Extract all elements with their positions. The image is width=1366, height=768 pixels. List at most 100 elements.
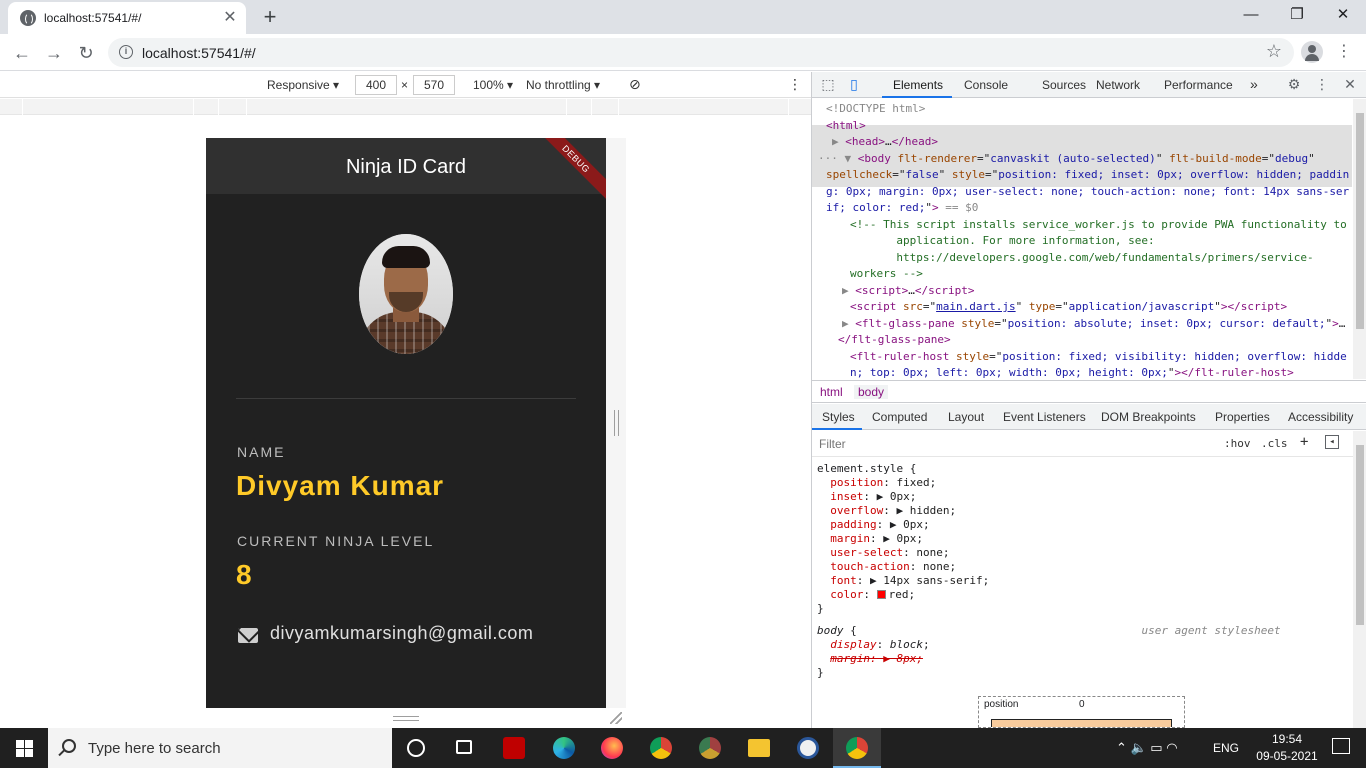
resize-handle-corner[interactable] [610,712,622,724]
tab-layout[interactable]: Layout [948,410,984,424]
dom-node-line[interactable]: if; color: red;"> == $0 [826,200,978,217]
add-rule-icon[interactable]: + [1300,434,1308,450]
styles-filter-input[interactable] [814,434,1214,454]
class-toggle[interactable]: .cls [1261,437,1288,450]
tab-elements[interactable]: Elements [893,78,943,92]
dom-node-line[interactable]: <!-- This script installs service_worker… [850,217,1347,234]
taskbar-search-box[interactable]: Type here to search [48,728,392,768]
tab-close-icon[interactable]: ✕ [220,8,240,28]
resize-handle-right[interactable] [614,410,619,436]
tab-computed[interactable]: Computed [872,410,927,424]
style-rule-line[interactable]: touch-action: none; [817,560,956,574]
dom-node-line[interactable]: g: 0px; margin: 0px; user-select: none; … [826,184,1349,201]
style-rule-line[interactable]: user-select: none; [817,546,949,560]
site-info-icon[interactable]: i [119,45,133,59]
browser-menu-icon[interactable]: ⋮ [1336,41,1352,63]
style-rule-line[interactable]: position: fixed; [817,476,936,490]
bookmark-star-icon[interactable]: ☆ [1266,41,1282,62]
filezilla-icon[interactable] [490,728,538,768]
tab-network[interactable]: Network [1096,78,1140,92]
style-rule-line[interactable]: inset: ▶ 0px; [817,490,916,504]
restore-button[interactable]: ❐ [1274,0,1320,30]
tab-accessibility[interactable]: Accessibility [1288,410,1353,424]
tab-event-listeners[interactable]: Event Listeners [1003,410,1086,424]
breadcrumb-body[interactable]: body [854,385,889,399]
breadcrumb-html[interactable]: html [820,385,843,399]
style-rule-line[interactable]: } [817,602,824,616]
style-rule-line[interactable]: } [817,666,824,680]
expand-triangle-icon[interactable]: ▶ [842,284,855,297]
device-mode-select[interactable]: Responsive ▾ [267,78,339,92]
resize-handle-bottom[interactable] [393,716,419,721]
clock-time[interactable]: 19:54 [1257,732,1317,746]
throttling-select[interactable]: No throttling ▾ [526,78,600,92]
devtools-menu-icon[interactable]: ⋮ [1314,76,1330,92]
word-icon[interactable] [784,728,832,768]
dom-node-line[interactable]: ▶ <flt-glass-pane style="position: absol… [842,316,1345,333]
dom-tree[interactable]: <!DOCTYPE html> <html> ▶ <head>…</head> ···… [812,99,1352,379]
dom-node-line[interactable]: spellcheck="false" style="position: fixe… [826,167,1349,184]
more-options-icon[interactable]: ⋮ [788,76,802,93]
hover-state-toggle[interactable]: :hov [1224,437,1251,450]
tab-console[interactable]: Console [964,78,1008,92]
dom-node-line[interactable]: <!DOCTYPE html> [826,101,925,118]
tab-sources[interactable]: Sources [1042,78,1086,92]
style-rule-line[interactable]: display: block; [817,638,929,652]
zoom-select[interactable]: 100% ▾ [473,78,513,92]
style-rule-line[interactable]: margin: ▶ 8px; [817,652,923,666]
dom-scrollbar[interactable] [1353,99,1366,379]
style-rule-line[interactable]: padding: ▶ 0px; [817,518,929,532]
gear-icon[interactable]: ⚙ [1286,76,1302,92]
styles-pane[interactable]: element.style { position: fixed; inset: … [812,458,1352,728]
file-explorer-icon[interactable] [735,728,783,768]
dom-node-line[interactable]: ▶ <script>…</script> [842,283,974,300]
chrome-active-icon[interactable] [833,728,881,768]
dom-node-line[interactable]: <flt-ruler-host style="position: fixed; … [850,349,1347,366]
reload-icon[interactable]: ↻ [72,39,100,67]
dom-node-line[interactable]: workers --> [850,266,923,283]
windows-start-icon[interactable] [0,728,48,768]
cortana-icon[interactable] [392,728,440,768]
chrome-icon[interactable] [637,728,685,768]
address-bar[interactable]: i localhost:57541/#/ ☆ [108,38,1294,67]
clock-date[interactable]: 09-05-2021 [1252,749,1322,763]
style-rule-line[interactable]: color: red; [817,588,915,602]
chrome-alt-icon[interactable] [686,728,734,768]
dom-node-line[interactable]: ▶ <head>…</head> [832,134,938,151]
task-view-icon[interactable] [440,728,488,768]
tray-icons[interactable]: ⌃ 🔈 ▭ ◠ [1116,740,1178,756]
media-query-ruler[interactable] [0,99,811,115]
url-text[interactable]: localhost:57541/#/ [142,45,256,61]
profile-avatar-icon[interactable] [1301,41,1323,63]
dom-node-line[interactable]: n; top: 0px; left: 0px; width: 0px; heig… [850,365,1294,379]
device-toggle-icon[interactable]: ▯ [846,76,862,92]
back-arrow-icon[interactable]: ← [8,39,36,67]
style-rule-line[interactable]: margin: ▶ 0px; [817,532,923,546]
dom-node-line[interactable]: </flt-glass-pane> [838,332,951,349]
dom-node-line[interactable]: ··· ▼ <body flt-renderer="canvaskit (aut… [818,151,1315,168]
style-rule-line[interactable]: element.style { [817,462,916,476]
tab-performance[interactable]: Performance [1164,78,1233,92]
language-indicator[interactable]: ENG [1213,741,1239,755]
tab-styles[interactable]: Styles [822,410,855,424]
style-rule-line[interactable]: font: ▶ 14px sans-serif; [817,574,989,588]
dom-node-line[interactable]: https://developers.google.com/web/fundam… [850,250,1313,267]
tab-properties[interactable]: Properties [1215,410,1270,424]
toggle-sidebar-icon[interactable]: ◂ [1325,435,1339,449]
edge-icon[interactable] [540,728,588,768]
close-devtools-icon[interactable]: ✕ [1342,76,1358,92]
notifications-icon[interactable] [1332,738,1350,754]
more-tabs-icon[interactable]: » [1250,76,1258,92]
expand-triangle-icon[interactable]: ▶ [832,135,845,148]
inspect-element-icon[interactable]: ⬚ [820,76,836,92]
close-window-button[interactable]: ✕ [1320,0,1366,30]
dom-node-line[interactable]: <script src="main.dart.js" type="applica… [850,299,1287,316]
firefox-icon[interactable] [588,728,636,768]
dom-node-line[interactable]: <html> [826,118,866,135]
forward-arrow-icon[interactable]: → [40,39,68,67]
expand-triangle-icon[interactable]: ··· ▼ [818,152,858,165]
expand-triangle-icon[interactable]: ▶ [842,317,855,330]
device-height-input[interactable] [413,75,455,95]
rotate-icon[interactable]: ⊘ [629,76,641,93]
browser-tab[interactable]: localhost:57541/#/ ✕ [8,2,246,34]
